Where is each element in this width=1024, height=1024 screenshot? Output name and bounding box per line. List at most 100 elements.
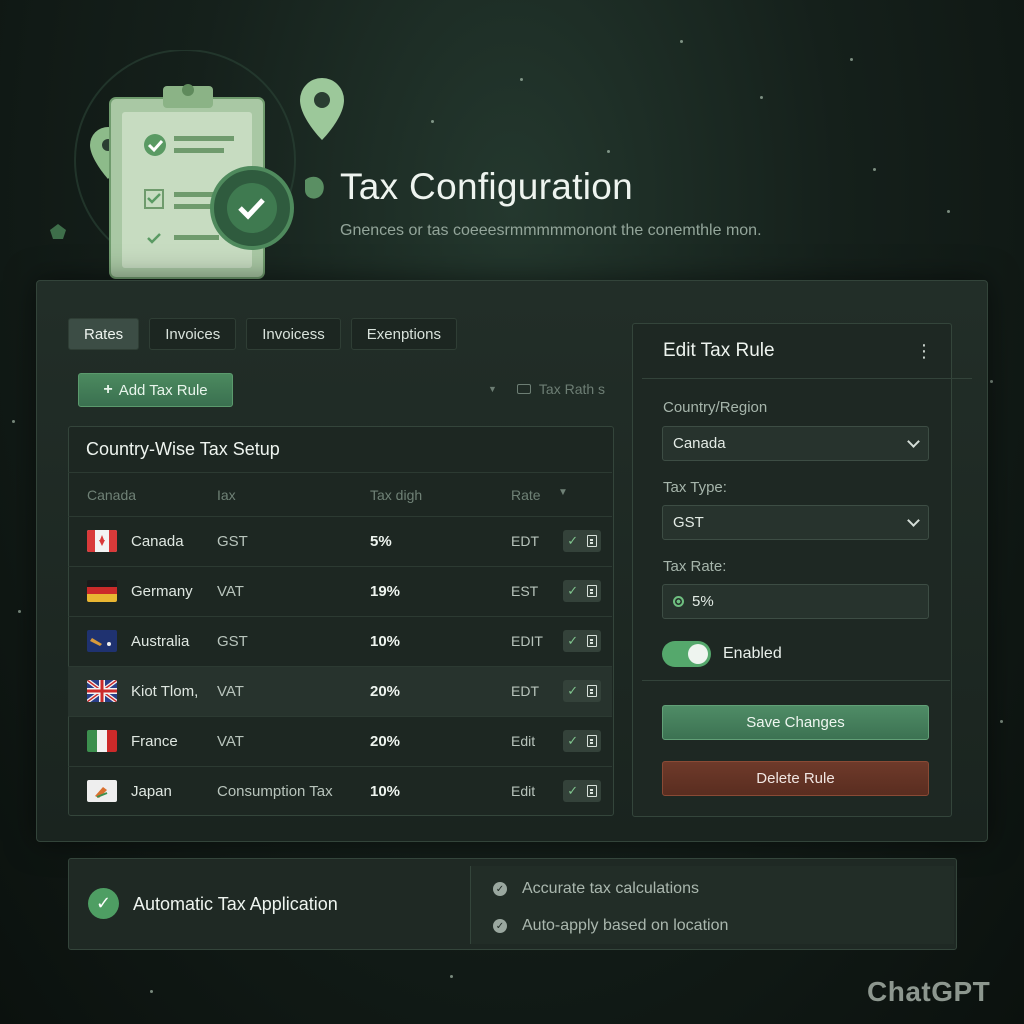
chevron-down-icon <box>907 514 920 527</box>
table-header: Canada Iax Tax digh Rate ▼ <box>68 472 612 517</box>
divider <box>642 680 950 681</box>
country-cell: Kiot Tlom, <box>131 683 199 700</box>
chevron-down-icon <box>907 435 920 448</box>
tax-filter[interactable]: ▼ Tax Rath s <box>488 381 605 397</box>
row-actions: ✓ <box>563 630 601 652</box>
edit-link[interactable]: EDIT <box>511 633 543 649</box>
table-row[interactable]: Japan Consumption Tax 10% Edit ✓ <box>68 766 612 817</box>
rate-cell: 5% <box>370 533 392 550</box>
check-small-icon: ✓ <box>493 882 507 896</box>
tab-bar: Rates Invoices Invoicess Exenptions <box>68 318 457 350</box>
column-header-rate[interactable]: Rate <box>511 487 541 503</box>
uk-flag-icon <box>87 680 117 702</box>
edit-link[interactable]: Edit <box>511 733 535 749</box>
banner-title: Automatic Tax Application <box>133 894 338 914</box>
japan-flag-icon <box>87 780 117 802</box>
check-small-icon: ✓ <box>493 919 507 933</box>
tax-cell: Consumption Tax <box>217 783 333 800</box>
clipboard-illustration-icon <box>50 50 344 279</box>
rate-cell: 10% <box>370 633 401 650</box>
enabled-label: Enabled <box>723 645 782 662</box>
check-circle-icon: ✓ <box>88 888 119 919</box>
check-icon[interactable]: ✓ <box>567 533 578 549</box>
country-region-value: Canada <box>673 435 726 452</box>
edit-panel-title: Edit Tax Rule <box>663 340 775 361</box>
country-cell: Australia <box>131 633 190 650</box>
edit-link[interactable]: EDT <box>511 683 539 699</box>
row-actions: ✓ <box>563 580 601 602</box>
tax-cell: VAT <box>217 683 244 700</box>
caret-down-icon: ▼ <box>488 384 497 394</box>
canada-flag-icon <box>87 530 117 552</box>
row-actions: ✓ <box>563 680 601 702</box>
more-options-icon[interactable]: ⋮ <box>915 341 933 362</box>
tax-rate-input[interactable]: 5% <box>662 584 929 619</box>
tab-rates[interactable]: Rates <box>68 318 140 350</box>
document-icon[interactable] <box>586 585 597 597</box>
table-title: Country-Wise Tax Setup <box>86 439 280 459</box>
country-cell: Japan <box>131 783 172 800</box>
page-title: Tax Configuration <box>340 166 634 207</box>
rate-cell: 10% <box>370 783 401 800</box>
table-row[interactable]: Australia GST 10% EDIT ✓ <box>68 616 612 667</box>
tax-rate-value: 5% <box>692 593 714 610</box>
table-row[interactable]: France VAT 20% Edit ✓ <box>68 716 612 767</box>
tax-type-select[interactable]: GST <box>662 505 929 540</box>
tax-cell: GST <box>217 533 248 550</box>
tax-cell: GST <box>217 633 248 650</box>
add-tax-rule-button[interactable]: + Add Tax Rule <box>78 373 233 407</box>
check-icon[interactable]: ✓ <box>567 783 578 799</box>
check-icon[interactable]: ✓ <box>567 633 578 649</box>
column-header-tax-high[interactable]: Tax digh <box>370 487 422 503</box>
page-subtitle: Gnences or tas coeeesrmmmmmonont the con… <box>340 222 762 239</box>
save-changes-button[interactable]: Save Changes <box>662 705 929 740</box>
row-actions: ✓ <box>563 780 601 802</box>
document-icon[interactable] <box>586 785 597 797</box>
table-row[interactable]: Germany VAT 19% EST ✓ <box>68 566 612 617</box>
document-icon[interactable] <box>586 735 597 747</box>
country-cell: Germany <box>131 583 193 600</box>
edit-link[interactable]: EST <box>511 583 538 599</box>
row-actions: ✓ <box>563 530 601 552</box>
enabled-toggle[interactable] <box>662 641 711 667</box>
country-region-select[interactable]: Canada <box>662 426 929 461</box>
feature-item: Auto-apply based on location <box>522 917 729 934</box>
plus-icon: + <box>103 381 113 398</box>
check-icon[interactable]: ✓ <box>567 683 578 699</box>
tax-type-value: GST <box>673 514 704 531</box>
table-row[interactable]: Canada GST 5% EDT ✓ <box>68 516 612 567</box>
rate-cell: 20% <box>370 733 401 750</box>
check-icon[interactable]: ✓ <box>567 733 578 749</box>
country-cell: France <box>131 733 178 750</box>
sort-caret-icon[interactable]: ▼ <box>558 487 568 498</box>
document-icon[interactable] <box>586 685 597 697</box>
document-icon[interactable] <box>586 635 597 647</box>
australia-flag-icon <box>87 630 117 652</box>
delete-rule-button[interactable]: Delete Rule <box>662 761 929 796</box>
rate-indicator-icon <box>673 596 684 607</box>
feature-item: Accurate tax calculations <box>522 880 699 897</box>
divider <box>642 378 972 379</box>
add-tax-rule-label: Add Tax Rule <box>118 381 208 399</box>
row-actions: ✓ <box>563 730 601 752</box>
tax-cell: VAT <box>217 733 244 750</box>
country-cell: Canada <box>131 533 184 550</box>
tab-invoices[interactable]: Invoices <box>149 318 237 350</box>
france-flag-icon <box>87 730 117 752</box>
rate-cell: 20% <box>370 683 401 700</box>
rate-cell: 19% <box>370 583 401 600</box>
tab-exemptions[interactable]: Exenptions <box>350 318 457 350</box>
tab-invoicess[interactable]: Invoicess <box>246 318 341 350</box>
germany-flag-icon <box>87 580 117 602</box>
table-row[interactable]: Kiot Tlom, VAT 20% EDT ✓ <box>68 666 612 717</box>
column-header-tax[interactable]: Iax <box>217 487 236 503</box>
tax-rate-label: Tax Rate: <box>663 558 727 575</box>
chatgpt-watermark: ChatGPT <box>867 976 991 1007</box>
tax-type-label: Tax Type: <box>663 479 727 496</box>
filter-icon <box>516 384 531 394</box>
column-header-country[interactable]: Canada <box>87 487 136 503</box>
check-icon[interactable]: ✓ <box>567 583 578 599</box>
document-icon[interactable] <box>586 535 597 547</box>
edit-link[interactable]: Edit <box>511 783 535 799</box>
edit-link[interactable]: EDT <box>511 533 539 549</box>
